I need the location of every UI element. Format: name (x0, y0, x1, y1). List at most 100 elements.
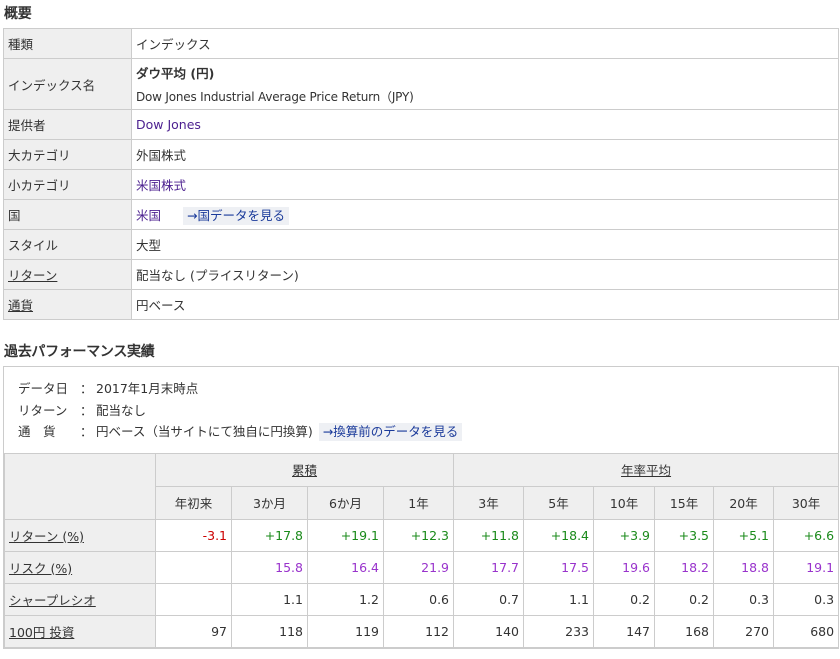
country-data-button[interactable]: →国データを見る (183, 206, 289, 225)
table-cell: 680 (773, 614, 840, 648)
period-header: 年初来 (155, 485, 232, 520)
table-cell: 0.7 (453, 582, 525, 616)
table-cell: +12.3 (382, 518, 455, 552)
row-type: 種類 インデックス (3, 28, 839, 59)
meta-currency-label: 通 貨 (18, 424, 56, 439)
row-label-cell: リスク (%) (4, 550, 156, 584)
table-cell: 19.1 (773, 550, 840, 584)
country-label: 国 (3, 199, 132, 230)
table-cell: 16.4 (307, 550, 384, 584)
country-link[interactable]: 米国 (136, 208, 161, 223)
table-cell: 15.8 (231, 550, 308, 584)
index-name-jp: ダウ平均 (円) (136, 66, 215, 81)
period-header: 3か月 (231, 485, 308, 520)
meta-return-value: 配当なし (96, 402, 147, 418)
provider-link[interactable]: Dow Jones (136, 117, 201, 132)
table-cell: 168 (654, 614, 715, 648)
provider-label: 提供者 (3, 109, 132, 140)
period-header: 20年 (713, 485, 775, 520)
annualized-help-link[interactable]: 年率平均 (621, 463, 671, 478)
table-cell: 21.9 (382, 550, 455, 584)
period-header: 6か月 (307, 485, 384, 520)
row-label-link[interactable]: リスク (%) (9, 561, 72, 576)
period-header: 3年 (453, 485, 525, 520)
pre-conversion-data-button[interactable]: →換算前のデータを見る (318, 423, 463, 441)
overview-heading: 概要 (4, 6, 32, 22)
row-country: 国 米国 →国データを見る (3, 199, 839, 230)
table-cell: 17.7 (453, 550, 525, 584)
table-cell: 18.2 (654, 550, 715, 584)
row-index-name: インデックス名 ダウ平均 (円) Dow Jones Industrial Av… (3, 58, 839, 110)
date-label: データ日 (18, 381, 69, 396)
minor-category-label: 小カテゴリ (3, 169, 132, 200)
index-name-en: Dow Jones Industrial Average Price Retur… (136, 90, 414, 104)
table-cell: 1.2 (307, 582, 384, 616)
cumulative-help-link[interactable]: 累積 (292, 463, 317, 478)
table-cell: 0.3 (713, 582, 775, 616)
table-cell: 97 (155, 614, 232, 648)
row-currency: 通貨 円ベース (3, 289, 839, 320)
currency-help-link[interactable]: 通貨 (8, 298, 33, 313)
table-cell: 147 (593, 614, 656, 648)
row-label-link[interactable]: 100円 投資 (9, 625, 74, 640)
type-value: インデックス (131, 28, 839, 59)
return-value: 配当なし (プライスリターン) (131, 259, 839, 290)
table-cell: 140 (453, 614, 525, 648)
major-category-label: 大カテゴリ (3, 139, 132, 170)
table-row: 100円 投資 97 118 119 112 140 233 147 168 270 680 (4, 614, 840, 648)
table-cell (155, 550, 232, 584)
row-style: スタイル 大型 (3, 229, 839, 260)
table-cell: 18.8 (713, 550, 775, 584)
row-provider: 提供者 Dow Jones (3, 109, 839, 140)
period-header: 1年 (382, 485, 455, 520)
row-label-cell: リターン (%) (4, 518, 156, 552)
period-header: 5年 (523, 485, 595, 520)
meta-return-label: リターン (18, 402, 68, 418)
style-label: スタイル (3, 229, 132, 260)
period-header: 10年 (593, 485, 656, 520)
performance-table: 累積 年率平均 年初来 3か月 6か月 1年 3年 5年 10年 15年 20年 30年 リターン… (4, 452, 840, 648)
row-label-link[interactable]: リターン (%) (9, 529, 84, 544)
table-cell: 1.1 (523, 582, 595, 616)
row-label-cell: 100円 投資 (4, 614, 156, 648)
table-cell: +18.4 (523, 518, 595, 552)
return-help-link[interactable]: リターン (8, 268, 57, 283)
table-cell: +3.9 (593, 518, 656, 552)
table-row: シャープレシオ 1.1 1.2 0.6 0.7 1.1 0.2 0.2 0.3 0.3 (4, 582, 840, 616)
performance-heading: 過去パフォーマンス実績 (4, 344, 155, 360)
currency-value: 円ベース (131, 289, 839, 320)
table-cell: 0.6 (382, 582, 455, 616)
performance-panel: データ日： 2017年1月末時点 リターン：配当なし 通 貨：円ベース（当サイトに… (3, 366, 840, 649)
table-row: リスク (%) 15.8 16.4 21.9 17.7 17.5 19.6 18.2 18.8 1… (4, 550, 840, 584)
row-label-link[interactable]: シャープレシオ (9, 593, 96, 608)
table-cell: -3.1 (155, 518, 232, 552)
meta-currency-value: 円ベース（当サイトにて独自に円換算) (96, 424, 313, 439)
performance-meta: データ日： 2017年1月末時点 リターン：配当なし 通 貨：円ベース（当サイトに… (4, 367, 838, 453)
period-header: 15年 (654, 485, 715, 520)
row-minor-category: 小カテゴリ 米国株式 (3, 169, 839, 200)
table-cell: +6.6 (773, 518, 840, 552)
table-cell: +5.1 (713, 518, 775, 552)
group-cumulative: 累積 (154, 452, 455, 487)
table-row: リターン (%) -3.1 +17.8 +19.1 +12.3 +11.8 +18.4 +3.… (4, 518, 840, 552)
overview-table: 種類 インデックス インデックス名 ダウ平均 (円) Dow Jones Ind… (3, 28, 839, 320)
table-cell: 119 (307, 614, 384, 648)
table-cell: 0.3 (773, 582, 840, 616)
style-value: 大型 (131, 229, 839, 260)
date-value: 2017年1月末時点 (96, 381, 199, 396)
table-cell: 270 (713, 614, 775, 648)
table-cell: 0.2 (654, 582, 715, 616)
table-cell: 1.1 (231, 582, 308, 616)
major-category-value: 外国株式 (131, 139, 839, 170)
period-header: 30年 (773, 485, 840, 520)
table-cell: +19.1 (307, 518, 384, 552)
minor-category-link[interactable]: 米国株式 (136, 178, 186, 193)
table-cell (155, 582, 232, 616)
row-major-category: 大カテゴリ 外国株式 (3, 139, 839, 170)
table-cell: 19.6 (593, 550, 656, 584)
table-cell: 118 (231, 614, 308, 648)
table-corner (4, 452, 156, 520)
table-cell: 112 (382, 614, 455, 648)
row-label-cell: シャープレシオ (4, 582, 156, 616)
index-name-cell: ダウ平均 (円) Dow Jones Industrial Average Pr… (131, 58, 839, 110)
